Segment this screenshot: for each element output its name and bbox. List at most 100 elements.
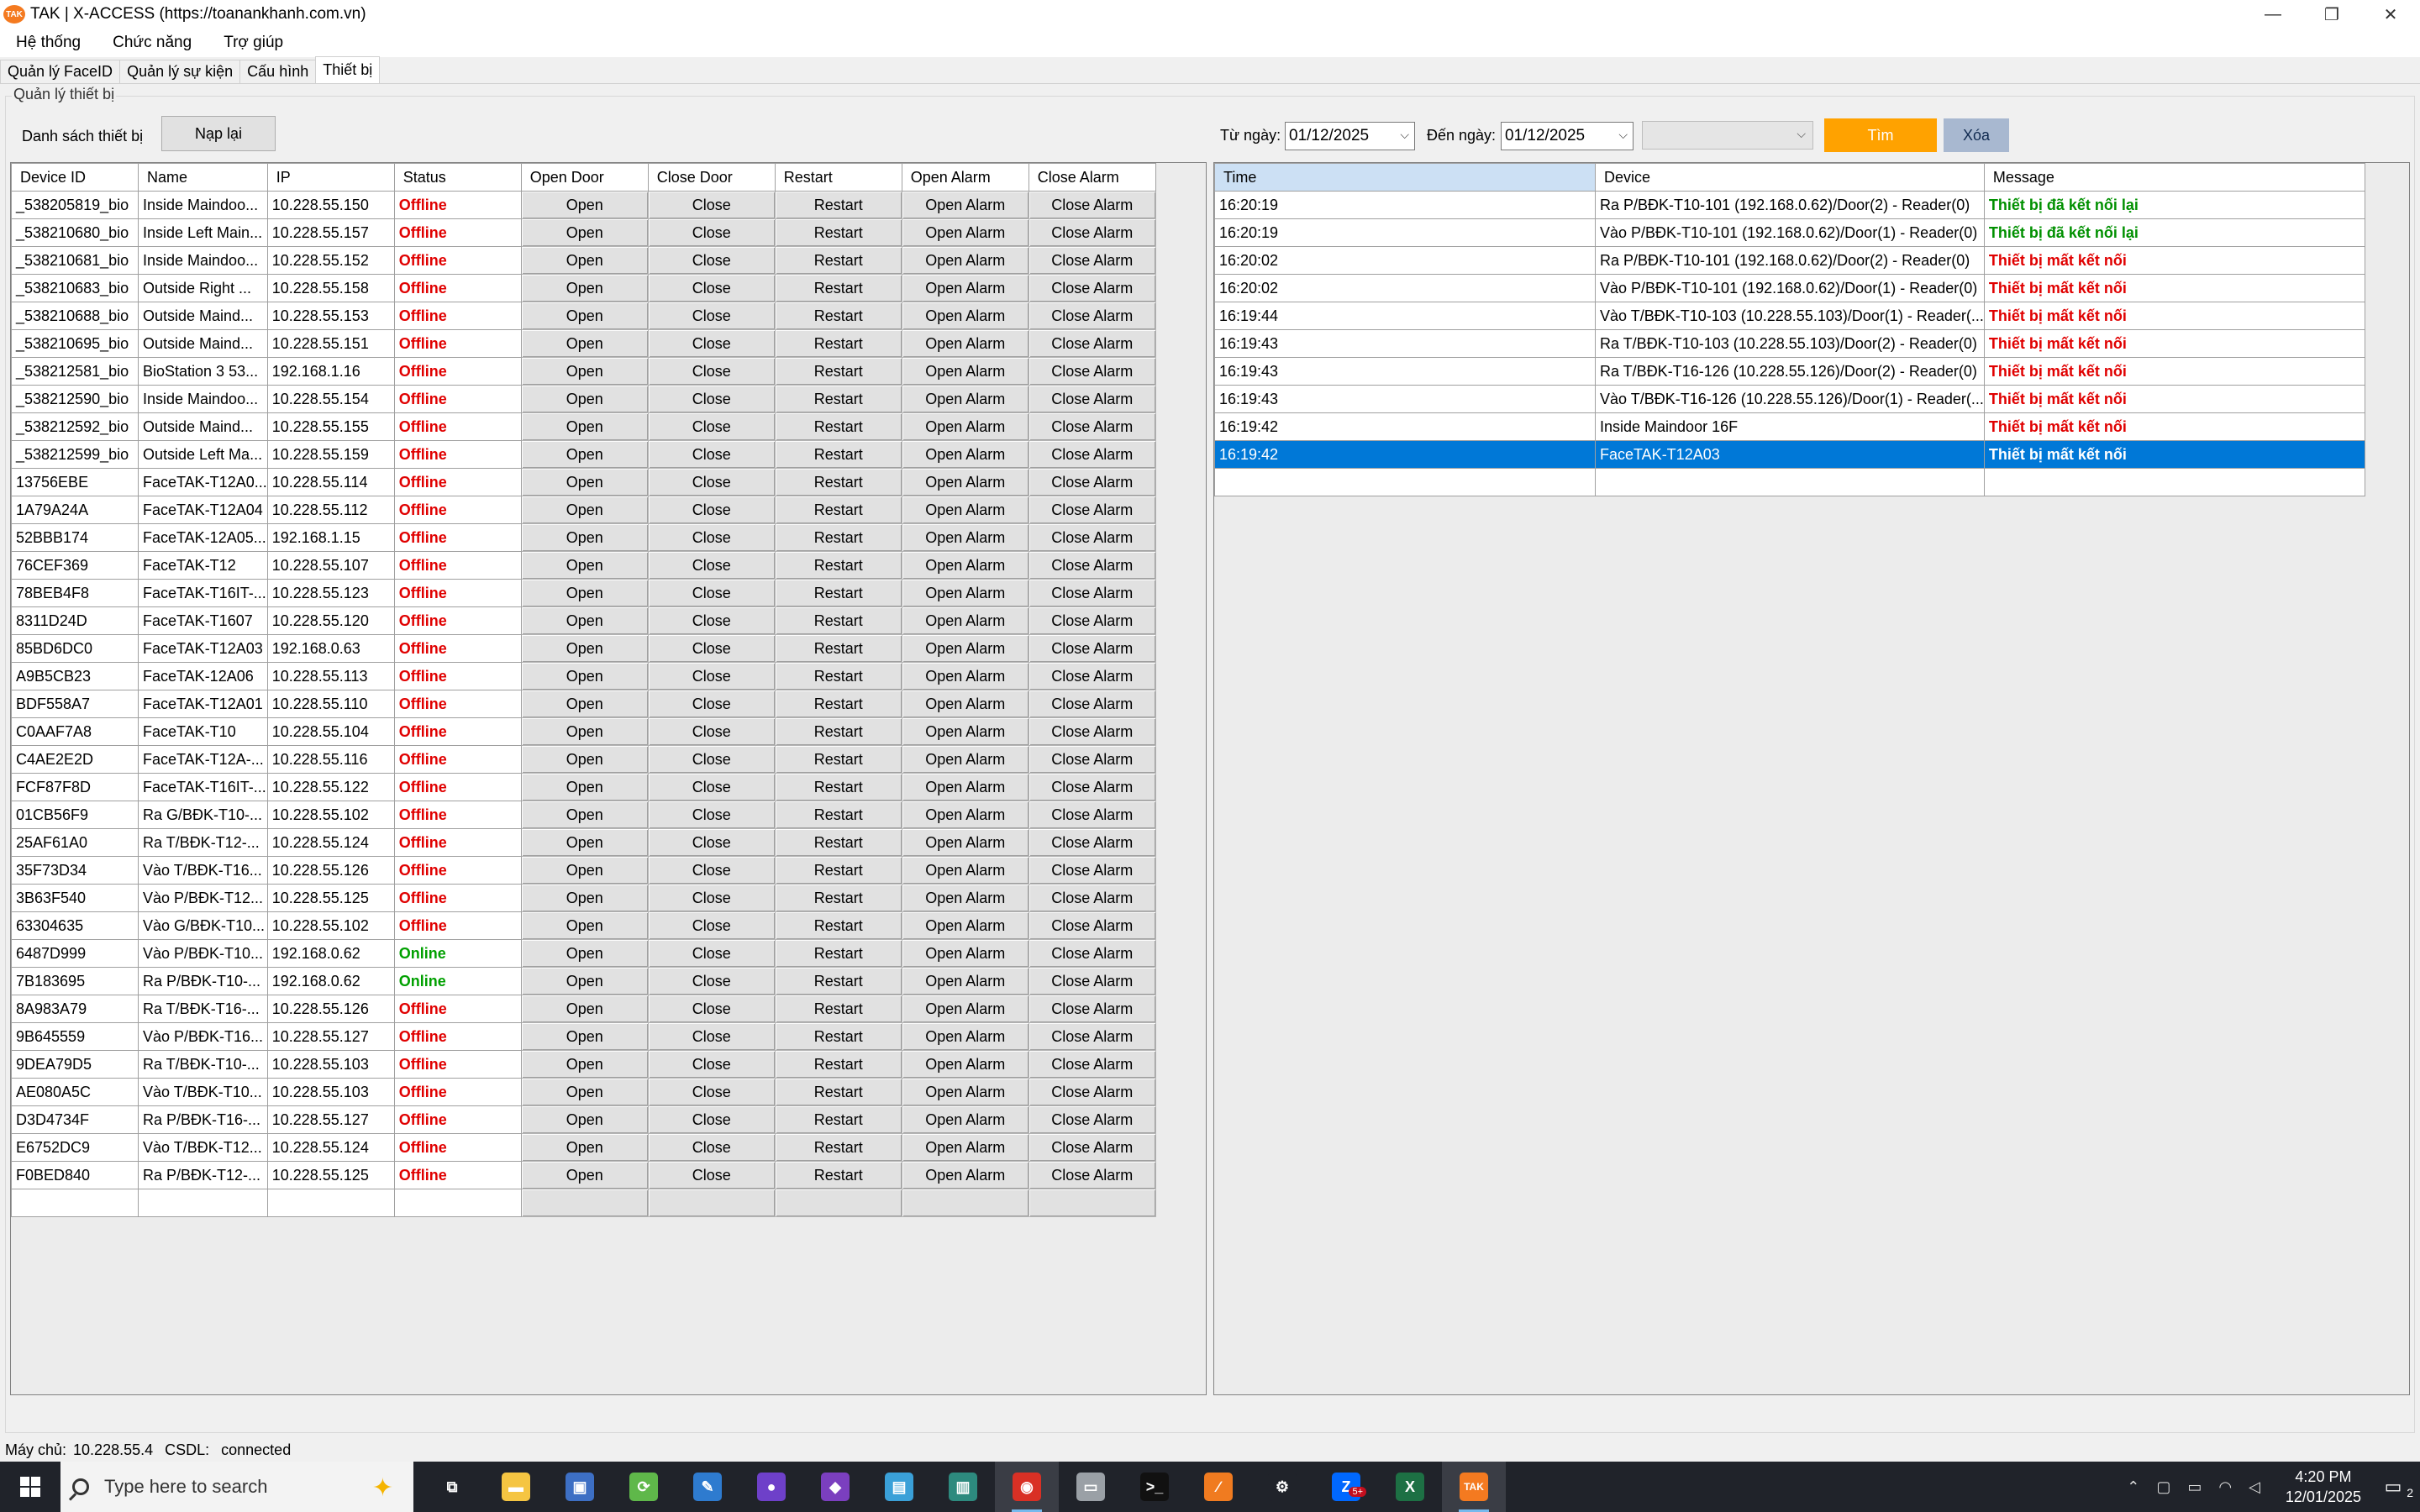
close-alarm-button[interactable]: Close Alarm (1028, 551, 1156, 580)
close-alarm-button[interactable]: Close Alarm (1028, 329, 1156, 358)
open-alarm-button[interactable]: Open Alarm (901, 939, 1029, 968)
open-alarm-button[interactable]: Open Alarm (901, 995, 1029, 1023)
open-door-button[interactable]: Open (520, 801, 649, 829)
restart-button[interactable]: Restart (774, 302, 902, 330)
restart-button[interactable]: Restart (774, 717, 902, 746)
close-alarm-button[interactable]: Close Alarm (1028, 801, 1156, 829)
device-row[interactable]: _538210688_bio Outside Maind... 10.228.55.… (11, 302, 1156, 330)
open-alarm-button[interactable]: Open Alarm (901, 745, 1029, 774)
column-header[interactable]: Time (1214, 163, 1596, 192)
close-door-button[interactable]: Close (647, 1161, 776, 1189)
close-alarm-button[interactable]: Close Alarm (1028, 1050, 1156, 1079)
device-row[interactable]: F0BED840 Ra P/BĐK-T12-... 10.228.55.125 Off… (11, 1161, 1156, 1189)
device-row[interactable]: 8A983A79 Ra T/BĐK-T16-... 10.228.55.126 Off… (11, 995, 1156, 1023)
device-row[interactable]: _538212581_bio BioStation 3 53... 192.168.… (11, 357, 1156, 386)
device-row[interactable]: BDF558A7 FaceTAK-T12A01 10.228.55.110 Offli… (11, 690, 1156, 718)
device-row[interactable]: 01CB56F9 Ra G/BĐK-T10-... 10.228.55.102 Off… (11, 801, 1156, 829)
restart-button[interactable]: Restart (774, 773, 902, 801)
open-door-button[interactable]: Open (520, 1133, 649, 1162)
device-row[interactable]: 9B645559 Vào P/BĐK-T16... 10.228.55.127 Off… (11, 1022, 1156, 1051)
open-door-button[interactable]: Open (520, 412, 649, 441)
close-door-button[interactable]: Close (647, 828, 776, 857)
device-filter-dropdown[interactable]: ⌵ (1642, 121, 1813, 150)
open-alarm-button[interactable]: Open Alarm (901, 773, 1029, 801)
column-header[interactable]: Status (393, 163, 522, 192)
notification-center-icon[interactable]: ▭ 2 (2378, 1473, 2413, 1501)
close-door-button[interactable]: Close (647, 302, 776, 330)
close-alarm-button[interactable]: Close Alarm (1028, 856, 1156, 885)
meet-now-icon[interactable]: ▢ (2156, 1478, 2170, 1496)
column-header[interactable]: Restart (774, 163, 902, 192)
taskbar-search[interactable]: Type here to search ✦ (60, 1462, 413, 1512)
open-alarm-button[interactable]: Open Alarm (901, 690, 1029, 718)
tab-faceid[interactable]: Quản lý FaceID (0, 60, 121, 83)
open-door-button[interactable]: Open (520, 357, 649, 386)
open-alarm-button[interactable]: Open Alarm (901, 1078, 1029, 1106)
close-door-button[interactable]: Close (647, 717, 776, 746)
close-alarm-button[interactable]: Close Alarm (1028, 274, 1156, 302)
device-row[interactable]: FCF87F8D FaceTAK-T16IT-... 10.228.55.122 Of… (11, 773, 1156, 801)
restart-button[interactable]: Restart (774, 579, 902, 607)
open-door-button[interactable]: Open (520, 967, 649, 995)
open-alarm-button[interactable]: Open Alarm (901, 274, 1029, 302)
restart-button[interactable]: Restart (774, 218, 902, 247)
event-row[interactable]: 16:20:02 Ra P/BĐK-T10-101 (192.168.0.62)/… (1214, 246, 2365, 275)
taskbar-app[interactable]: ● (739, 1462, 803, 1512)
open-alarm-button[interactable]: Open Alarm (901, 1050, 1029, 1079)
open-door-button[interactable]: Open (520, 1105, 649, 1134)
restart-button[interactable]: Restart (774, 634, 902, 663)
open-door-button[interactable]: Open (520, 468, 649, 496)
open-door-button[interactable]: Open (520, 523, 649, 552)
find-button[interactable]: Tìm (1824, 118, 1937, 152)
open-door-button[interactable]: Open (520, 690, 649, 718)
close-door-button[interactable]: Close (647, 1078, 776, 1106)
menu-system[interactable]: Hệ thống (0, 34, 97, 52)
taskbar-app[interactable]: ▥ (931, 1462, 995, 1512)
close-alarm-button[interactable]: Close Alarm (1028, 468, 1156, 496)
device-row[interactable]: E6752DC9 Vào T/BĐK-T12... 10.228.55.124 Off… (11, 1133, 1156, 1162)
event-row[interactable]: 16:20:02 Vào P/BĐK-T10-101 (192.168.0.62)… (1214, 274, 2365, 302)
open-alarm-button[interactable]: Open Alarm (901, 1022, 1029, 1051)
close-door-button[interactable]: Close (647, 551, 776, 580)
close-alarm-button[interactable]: Close Alarm (1028, 606, 1156, 635)
close-alarm-button[interactable]: Close Alarm (1028, 662, 1156, 690)
taskbar-app[interactable]: ◆ (803, 1462, 867, 1512)
close-alarm-button[interactable]: Close Alarm (1028, 385, 1156, 413)
restart-button[interactable]: Restart (774, 551, 902, 580)
close-alarm-button[interactable]: Close Alarm (1028, 523, 1156, 552)
close-alarm-button[interactable]: Close Alarm (1028, 995, 1156, 1023)
open-door-button[interactable]: Open (520, 717, 649, 746)
column-header[interactable]: Message (1983, 163, 2365, 192)
device-row[interactable]: _538210680_bio Inside Left Main... 10.228.… (11, 218, 1156, 247)
column-header[interactable]: Open Alarm (901, 163, 1029, 192)
clear-button[interactable]: Xóa (1944, 118, 2009, 152)
close-alarm-button[interactable]: Close Alarm (1028, 717, 1156, 746)
restart-button[interactable]: Restart (774, 246, 902, 275)
close-door-button[interactable]: Close (647, 884, 776, 912)
open-alarm-button[interactable]: Open Alarm (901, 468, 1029, 496)
close-door-button[interactable]: Close (647, 329, 776, 358)
minimize-button[interactable]: — (2244, 0, 2302, 29)
close-door-button[interactable]: Close (647, 191, 776, 219)
close-door-button[interactable]: Close (647, 801, 776, 829)
restart-button[interactable]: Restart (774, 939, 902, 968)
open-alarm-button[interactable]: Open Alarm (901, 1105, 1029, 1134)
restart-button[interactable]: Restart (774, 884, 902, 912)
open-door-button[interactable]: Open (520, 911, 649, 940)
taskbar-app[interactable]: ▣ (548, 1462, 612, 1512)
device-row[interactable]: _538210695_bio Outside Maind... 10.228.55.… (11, 329, 1156, 358)
close-door-button[interactable]: Close (647, 995, 776, 1023)
close-alarm-button[interactable]: Close Alarm (1028, 634, 1156, 663)
close-door-button[interactable]: Close (647, 523, 776, 552)
menu-help[interactable]: Trợ giúp (208, 34, 299, 52)
close-door-button[interactable]: Close (647, 357, 776, 386)
taskbar-app[interactable]: ✎ (676, 1462, 739, 1512)
tab-events[interactable]: Quản lý sự kiện (119, 60, 241, 83)
restart-button[interactable]: Restart (774, 385, 902, 413)
open-alarm-button[interactable]: Open Alarm (901, 717, 1029, 746)
open-door-button[interactable]: Open (520, 1161, 649, 1189)
event-row[interactable]: 16:19:43 Ra T/BĐK-T10-103 (10.228.55.103)… (1214, 329, 2365, 358)
open-alarm-button[interactable]: Open Alarm (901, 606, 1029, 635)
open-door-button[interactable]: Open (520, 496, 649, 524)
taskbar-app[interactable]: ◉ (995, 1462, 1059, 1512)
